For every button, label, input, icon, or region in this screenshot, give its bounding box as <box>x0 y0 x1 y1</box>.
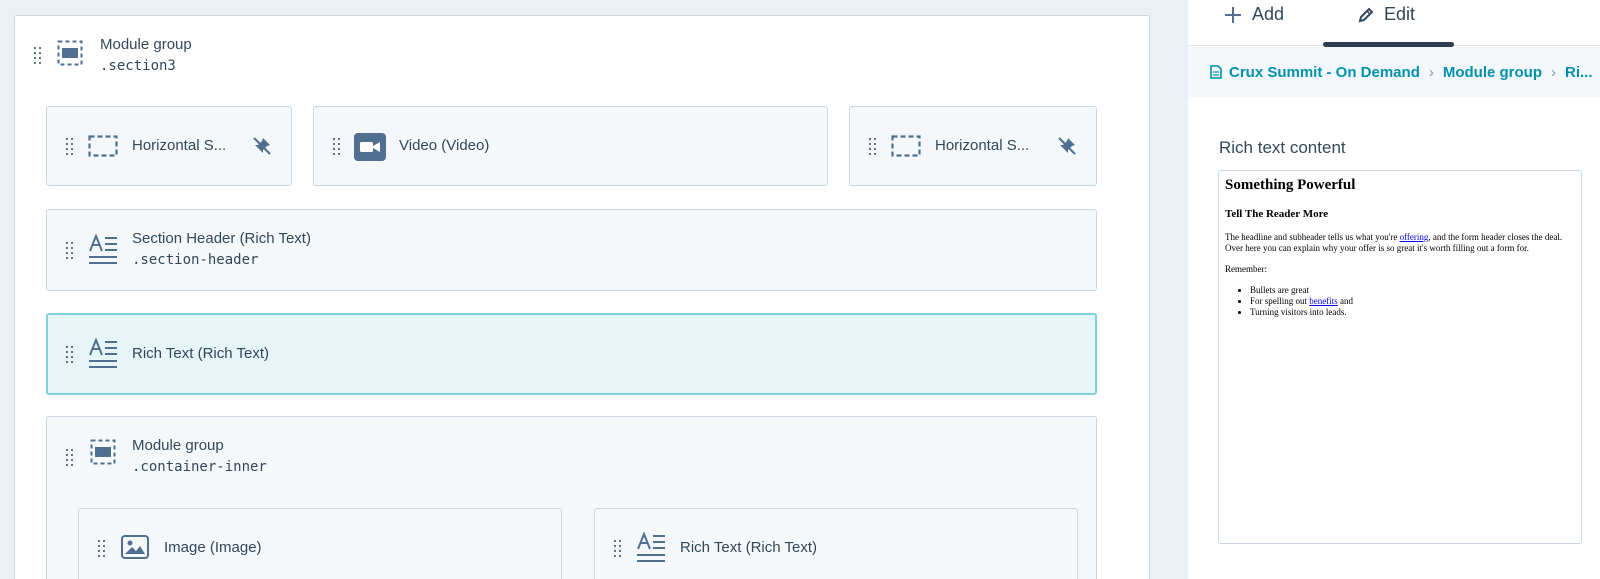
module-group-section3[interactable]: Module group .section3 Horizontal S... V… <box>14 15 1150 579</box>
rich-text-icon <box>637 532 665 562</box>
inner-group-class: .container-inner <box>132 459 267 475</box>
module-section-header[interactable]: Section Header (Rich Text) .section-head… <box>46 209 1097 291</box>
chevron-right-icon: › <box>1551 63 1557 81</box>
tab-add[interactable]: Add <box>1224 4 1284 25</box>
drag-handle-icon[interactable] <box>34 47 42 65</box>
module-image[interactable]: Image (Image) <box>78 508 562 579</box>
chevron-right-icon: › <box>1428 63 1434 81</box>
drag-handle-icon[interactable] <box>614 540 622 558</box>
breadcrumb-item-current[interactable]: Ri... <box>1565 64 1593 81</box>
module-label: Horizontal S... <box>935 137 1030 154</box>
rich-text-icon <box>89 338 117 368</box>
module-group-icon <box>57 40 83 66</box>
offering-link[interactable]: offering <box>1400 232 1429 242</box>
module-class: .section-header <box>132 252 259 268</box>
drag-handle-icon[interactable] <box>333 138 341 156</box>
module-rich-text-2[interactable]: Rich Text (Rich Text) <box>594 508 1078 579</box>
outer-group-title: Module group <box>100 36 192 53</box>
rich-text-icon <box>89 234 117 264</box>
module-label: Video (Video) <box>399 137 490 154</box>
module-tree-canvas: Module group .section3 Horizontal S... V… <box>0 0 1165 579</box>
tab-edit[interactable]: Edit <box>1358 4 1415 25</box>
edit-panel: Add Edit Crux Summit - On Demand › Modul… <box>1188 0 1600 579</box>
editor-bullet-list: Bullets are great For spelling out benef… <box>1225 285 1575 318</box>
drag-handle-icon[interactable] <box>66 449 74 467</box>
module-label: Section Header (Rich Text) <box>132 230 311 247</box>
page-icon <box>1210 65 1222 79</box>
module-label: Image (Image) <box>164 539 262 556</box>
breadcrumb-item-page[interactable]: Crux Summit - On Demand <box>1229 64 1420 81</box>
module-video[interactable]: Video (Video) <box>313 106 828 186</box>
drag-handle-icon[interactable] <box>66 346 74 364</box>
rich-text-editor[interactable]: Something Powerful Tell The Reader More … <box>1218 170 1582 544</box>
module-label: Horizontal S... <box>132 137 227 154</box>
field-label: Rich text content <box>1219 138 1346 157</box>
panel-tabs: Add Edit <box>1188 0 1600 47</box>
module-label: Rich Text (Rich Text) <box>680 539 817 556</box>
module-group-icon <box>90 439 116 465</box>
editor-subheading: Tell The Reader More <box>1225 208 1329 220</box>
module-horizontal-spacer-2[interactable]: Horizontal S... <box>849 106 1097 186</box>
list-item: Bullets are great <box>1250 285 1575 296</box>
drag-handle-icon[interactable] <box>98 540 106 558</box>
dashed-rect-icon <box>891 135 921 157</box>
module-horizontal-spacer-1[interactable]: Horizontal S... <box>46 106 292 186</box>
unpin-icon[interactable] <box>252 136 272 156</box>
breadcrumb-item-group[interactable]: Module group <box>1443 64 1542 81</box>
benefits-link[interactable]: benefits <box>1309 296 1338 306</box>
module-rich-text-selected[interactable]: Rich Text (Rich Text) <box>46 313 1097 395</box>
editor-paragraph-2: Remember: <box>1225 264 1267 274</box>
list-item: Turning visitors into leads. <box>1250 307 1575 318</box>
tab-edit-label: Edit <box>1384 4 1416 24</box>
module-group-container-inner[interactable]: Module group .container-inner Image (Ima… <box>46 416 1097 579</box>
drag-handle-icon[interactable] <box>869 138 877 156</box>
tab-add-label: Add <box>1252 4 1285 24</box>
drag-handle-icon[interactable] <box>66 138 74 156</box>
video-icon <box>354 133 386 161</box>
list-item: For spelling out benefits and <box>1250 296 1575 307</box>
plus-icon <box>1225 6 1241 23</box>
breadcrumb: Crux Summit - On Demand › Module group ›… <box>1188 47 1600 97</box>
module-label: Rich Text (Rich Text) <box>132 345 269 362</box>
drag-handle-icon[interactable] <box>66 242 74 260</box>
editor-paragraph-1: The headline and subheader tells us what… <box>1225 232 1563 253</box>
dashed-rect-icon <box>88 135 118 157</box>
inner-group-title: Module group <box>132 437 224 454</box>
image-icon <box>121 535 149 559</box>
outer-group-class: .section3 <box>100 58 176 74</box>
unpin-icon[interactable] <box>1057 136 1077 156</box>
editor-heading: Something Powerful <box>1225 177 1356 193</box>
pencil-icon <box>1358 7 1374 22</box>
